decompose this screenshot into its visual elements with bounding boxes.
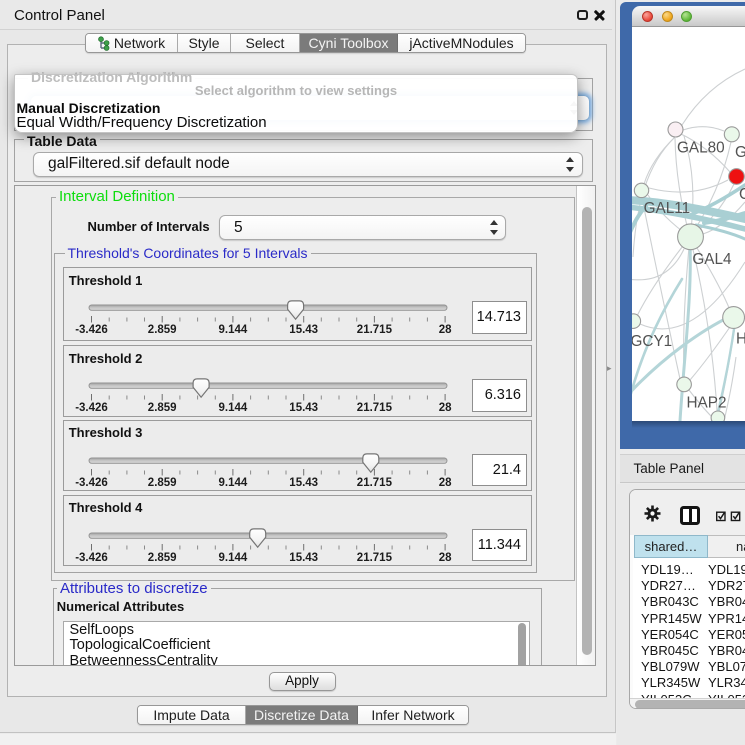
svg-text:9.144: 9.144: [218, 402, 247, 414]
svg-text:15.43: 15.43: [289, 324, 318, 336]
svg-text:28: 28: [438, 324, 451, 336]
svg-text:15.43: 15.43: [289, 477, 318, 489]
svg-text:CR: CR: [739, 186, 745, 203]
svg-text:9.144: 9.144: [218, 552, 247, 564]
svg-text:GCY1: GCY1: [632, 333, 672, 350]
svg-text:28: 28: [438, 552, 451, 564]
svg-text:21.715: 21.715: [356, 402, 392, 414]
svg-text:15.43: 15.43: [289, 402, 318, 414]
svg-text:GAL4: GAL4: [692, 251, 732, 268]
svg-text:H: H: [736, 331, 745, 348]
svg-text:-3.426: -3.426: [75, 552, 108, 564]
svg-text:-3.426: -3.426: [75, 324, 108, 336]
svg-text:9.144: 9.144: [218, 324, 247, 336]
svg-text:-3.426: -3.426: [75, 477, 108, 489]
svg-text:GAL11: GAL11: [644, 200, 691, 217]
svg-text:28: 28: [438, 402, 451, 414]
svg-text:21.715: 21.715: [356, 552, 392, 564]
svg-text:HAP2: HAP2: [687, 395, 727, 412]
svg-text:9.144: 9.144: [218, 477, 247, 489]
svg-text:21.715: 21.715: [356, 324, 392, 336]
svg-text:21.715: 21.715: [356, 477, 392, 489]
svg-text:-3.426: -3.426: [75, 402, 108, 414]
svg-text:GAL80: GAL80: [677, 140, 725, 157]
svg-text:2.859: 2.859: [147, 552, 176, 564]
svg-text:15.43: 15.43: [289, 552, 318, 564]
svg-text:2.859: 2.859: [147, 402, 176, 414]
svg-text:2.859: 2.859: [147, 477, 176, 489]
svg-text:GAL3: GAL3: [735, 144, 745, 161]
svg-text:2.859: 2.859: [147, 324, 176, 336]
svg-text:28: 28: [438, 477, 451, 489]
